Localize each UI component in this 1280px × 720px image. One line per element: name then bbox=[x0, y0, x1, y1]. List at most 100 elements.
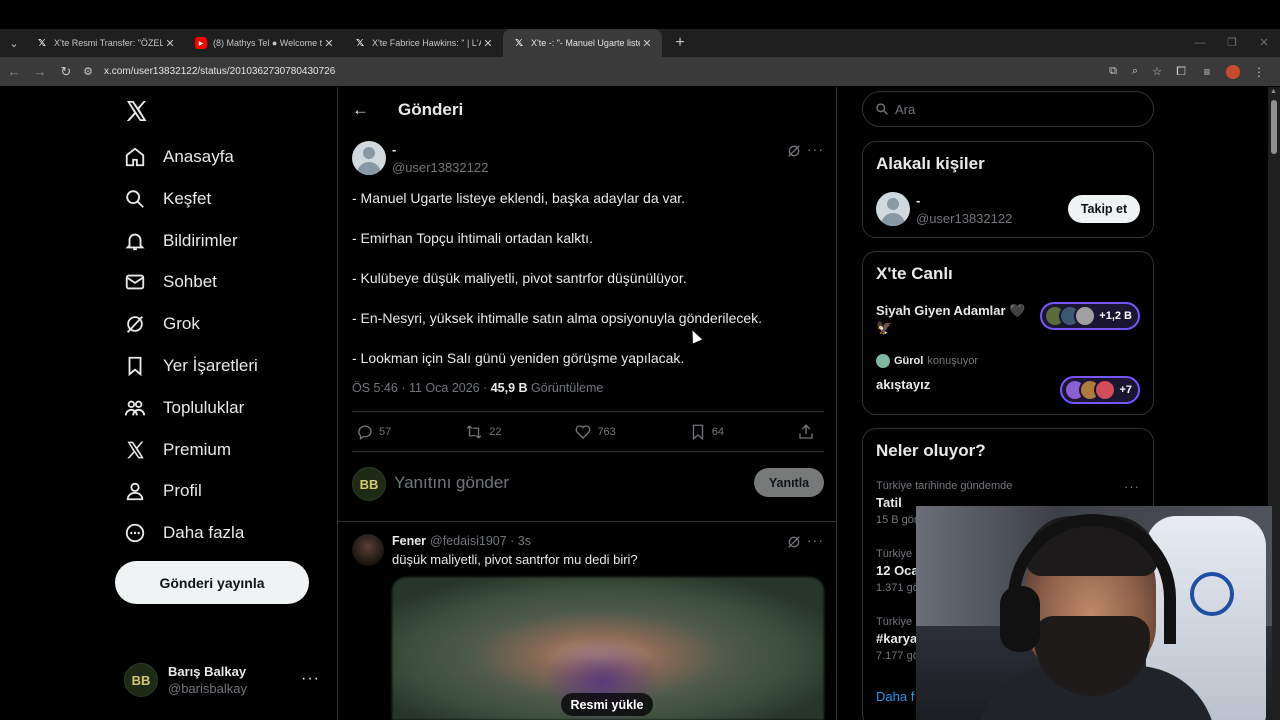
close-icon[interactable]: ✕ bbox=[481, 37, 495, 50]
follow-button[interactable]: Takip et bbox=[1068, 195, 1140, 223]
new-tab-icon[interactable]: + bbox=[668, 31, 692, 55]
close-window-icon[interactable]: ✕ bbox=[1248, 29, 1280, 57]
trend-context: Türkiye bbox=[876, 548, 913, 560]
live-card: X'te Canlı Siyah Giyen Adamlar 🖤🦅 +1,2 B… bbox=[862, 251, 1154, 415]
live-space-title[interactable]: Siyah Giyen Adamlar 🖤🦅 bbox=[876, 302, 1026, 336]
tab-title: X'te Fabrice Hawkins: " | L'AS bbox=[372, 38, 481, 48]
like-count: 763 bbox=[597, 426, 616, 438]
sidebar-item-notifications[interactable]: Bildirimler bbox=[124, 220, 238, 262]
tab-search-icon[interactable]: ⌄ bbox=[2, 29, 26, 57]
reply-count: 57 bbox=[379, 426, 392, 438]
sidebar-item-grok[interactable]: Grok bbox=[124, 303, 200, 345]
x-icon: 𝕏 bbox=[514, 37, 524, 49]
avatar bbox=[1074, 305, 1097, 327]
extensions-icon[interactable]: ⧠ bbox=[1168, 64, 1194, 79]
sidebar-item-premium[interactable]: Premium bbox=[124, 429, 231, 471]
trend-name[interactable]: #karya bbox=[876, 631, 917, 646]
sidebar-item-label: Premium bbox=[163, 440, 232, 459]
browser-tab[interactable]: 𝕏 X'te Fabrice Hawkins: " | L'AS ✕ bbox=[344, 29, 503, 57]
trend-name[interactable]: Tatil bbox=[876, 495, 902, 510]
bell-icon bbox=[124, 230, 146, 252]
person-handle[interactable]: @user13832122 bbox=[916, 211, 1012, 226]
close-icon[interactable]: ✕ bbox=[163, 37, 177, 50]
more-icon[interactable]: ··· bbox=[301, 670, 320, 688]
sidebar-item-chat[interactable]: Sohbet bbox=[124, 261, 217, 303]
more-icon[interactable]: ··· bbox=[807, 141, 824, 157]
page-header: ← Gönderi bbox=[338, 87, 836, 133]
reply-author: Fener @fedaisi1907 · 3s bbox=[392, 534, 531, 548]
post-button[interactable]: Gönderi yayınla bbox=[115, 561, 309, 604]
avatar[interactable] bbox=[352, 534, 384, 566]
post-line: - Emirhan Topçu ihtimali ortadan kalktı. bbox=[352, 230, 593, 246]
back-arrow-icon[interactable]: ← bbox=[352, 100, 372, 120]
bookmark-star-icon[interactable]: ☆ bbox=[1146, 65, 1168, 78]
bookmark-icon bbox=[692, 424, 703, 441]
sidebar-item-label: Grok bbox=[163, 314, 200, 333]
sidebar-item-communities[interactable]: Topluluklar bbox=[124, 387, 244, 429]
reply-author-handle[interactable]: @fedaisi1907 · 3s bbox=[430, 534, 531, 548]
install-app-icon[interactable]: ⧉ bbox=[1102, 65, 1124, 78]
sidebar-item-bookmarks[interactable]: Yer İşaretleri bbox=[124, 345, 258, 387]
zoom-icon[interactable]: ⌕ bbox=[1124, 65, 1146, 78]
browser-tab[interactable]: ▶ (8) Mathys Tel ● Welcome to G ✕ bbox=[185, 29, 344, 57]
browser-tab[interactable]: 𝕏 X'te Resmi Transfer: "ÖZEL| Fen ✕ bbox=[26, 29, 185, 57]
repost-button[interactable]: 22 bbox=[464, 423, 501, 441]
avatar[interactable] bbox=[876, 192, 910, 226]
show-more-link[interactable]: Daha f bbox=[876, 689, 914, 704]
person-name[interactable]: - bbox=[916, 193, 920, 208]
live-space-title[interactable]: akıştayız bbox=[876, 376, 930, 393]
sidebar-item-explore[interactable]: Keşfet bbox=[124, 178, 211, 220]
more-icon[interactable]: ··· bbox=[1124, 479, 1140, 494]
trend-context: Türkiye tarihinde gündemde bbox=[876, 480, 1013, 492]
address-bar[interactable]: ⚙ x.com/user13832122/status/201036273078… bbox=[78, 59, 1168, 84]
minimize-icon[interactable]: — bbox=[1184, 29, 1216, 57]
share-button[interactable] bbox=[797, 423, 820, 441]
site-info-icon[interactable]: ⚙ bbox=[78, 65, 98, 78]
reply-input[interactable]: Yanıtını gönder bbox=[394, 473, 509, 493]
back-icon[interactable]: ← bbox=[2, 60, 26, 84]
post-author-name[interactable]: - bbox=[392, 142, 396, 157]
listener-count: +1,2 B bbox=[1099, 310, 1132, 322]
live-space-pill[interactable]: +1,2 B bbox=[1040, 302, 1140, 330]
browser-toolbar: ← → ↻ ⚙ x.com/user13832122/status/201036… bbox=[0, 57, 1280, 86]
toolbar-right: ⧠ ≡ ⋮ bbox=[1168, 57, 1272, 86]
menu-icon[interactable]: ⋮ bbox=[1246, 65, 1272, 79]
more-icon[interactable]: ··· bbox=[807, 532, 824, 548]
close-icon[interactable]: ✕ bbox=[640, 37, 654, 50]
search-input[interactable]: Ara bbox=[862, 91, 1154, 127]
bookmark-button[interactable]: 64 bbox=[689, 423, 724, 441]
share-icon bbox=[799, 424, 813, 439]
reply-button[interactable]: 57 bbox=[356, 423, 391, 441]
media-icon[interactable]: ≡ bbox=[1194, 65, 1220, 79]
reply-author-name[interactable]: Fener bbox=[392, 534, 426, 548]
live-space-pill[interactable]: +7 bbox=[1060, 376, 1140, 404]
like-button[interactable]: 763 bbox=[574, 423, 616, 441]
reload-icon[interactable]: ↻ bbox=[54, 60, 78, 84]
avatar: BB bbox=[352, 467, 386, 501]
post-author-handle[interactable]: @user13832122 bbox=[392, 160, 488, 175]
scroll-up-icon[interactable]: ▲ bbox=[1270, 88, 1277, 95]
sidebar-item-profile[interactable]: Profil bbox=[124, 470, 202, 512]
x-logo-icon[interactable] bbox=[124, 99, 148, 123]
account-switcher[interactable]: BB Barış Balkay @barisbalkay ··· bbox=[124, 660, 324, 700]
profile-avatar[interactable] bbox=[1226, 64, 1240, 79]
reply-icon bbox=[358, 425, 372, 441]
grok-icon[interactable] bbox=[786, 143, 802, 159]
sidebar-item-label: Keşfet bbox=[163, 189, 212, 208]
avatar[interactable] bbox=[352, 141, 386, 175]
divider bbox=[352, 451, 824, 452]
grok-icon[interactable] bbox=[786, 534, 802, 550]
reply-submit-button[interactable]: Yanıtla bbox=[754, 468, 824, 497]
load-image-button[interactable]: Resmi yükle bbox=[561, 693, 653, 716]
sidebar-item-more[interactable]: Daha fazla bbox=[124, 512, 244, 554]
url-text[interactable]: x.com/user13832122/status/20103627307804… bbox=[104, 66, 335, 77]
tab-title: X'te -: "- Manuel Ugarte listeye bbox=[531, 38, 640, 48]
post-timestamp[interactable]: ÖS 5:46 · 11 Oca 2026 · bbox=[352, 381, 491, 395]
browser-tab-active[interactable]: 𝕏 X'te -: "- Manuel Ugarte listeye ✕ bbox=[503, 29, 662, 57]
restore-icon[interactable]: ❐ bbox=[1216, 29, 1248, 57]
trend-name[interactable]: 12 Oca bbox=[876, 563, 919, 578]
sidebar-item-home[interactable]: Anasayfa bbox=[124, 136, 234, 178]
forward-icon[interactable]: → bbox=[28, 60, 52, 84]
close-icon[interactable]: ✕ bbox=[322, 37, 336, 50]
scrollbar-thumb[interactable] bbox=[1271, 100, 1277, 154]
